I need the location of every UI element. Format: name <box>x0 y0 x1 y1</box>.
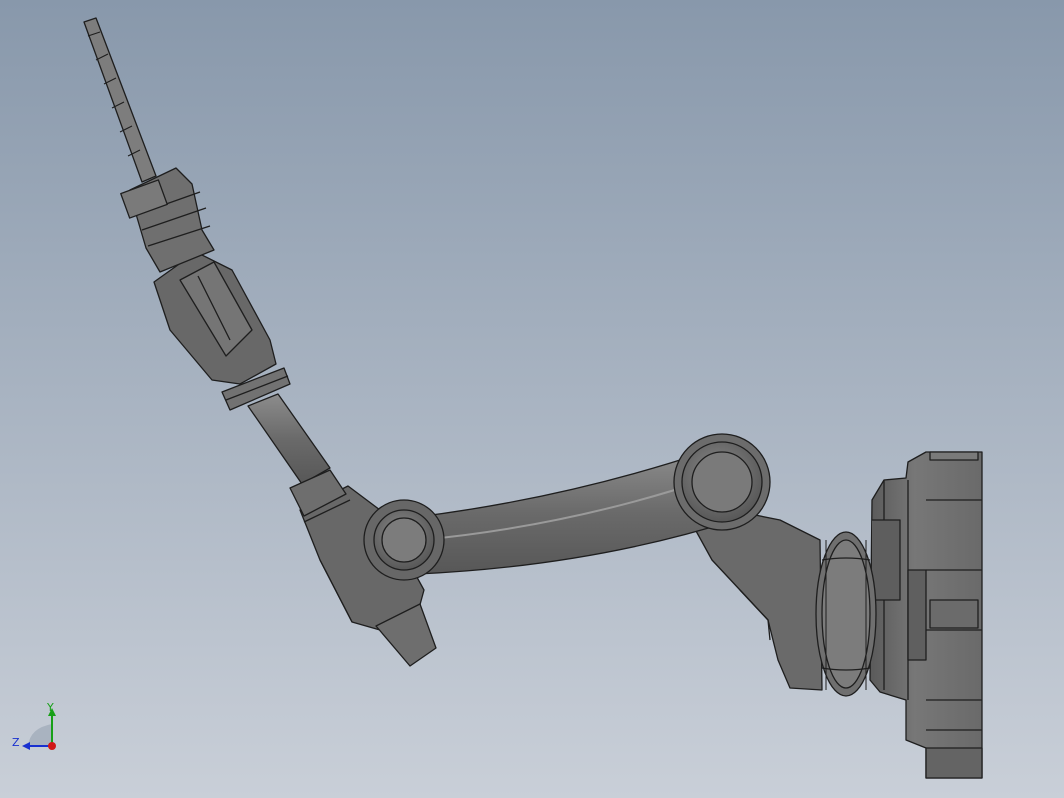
3d-viewport[interactable]: Y Z <box>0 0 1064 798</box>
elbow-joint-upper[interactable] <box>673 433 771 531</box>
viewport-canvas[interactable]: Y Z <box>0 0 1064 798</box>
triad-y-label: Y <box>46 701 54 714</box>
triad-x-axis-dot <box>48 742 56 750</box>
elbow-joint-lower[interactable] <box>363 499 445 581</box>
triad-z-label: Z <box>12 736 20 749</box>
shoulder-joint[interactable] <box>815 531 877 697</box>
